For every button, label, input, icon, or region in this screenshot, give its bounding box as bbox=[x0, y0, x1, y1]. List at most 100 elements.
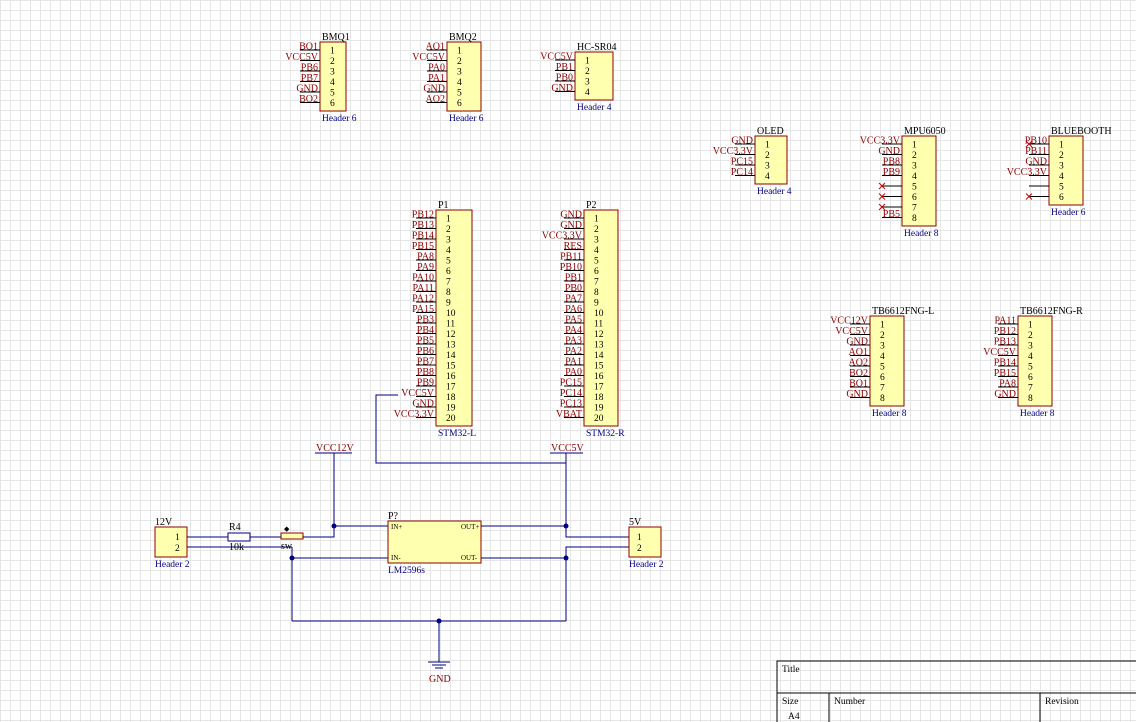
p1-pin-label: PB12 bbox=[412, 210, 434, 221]
p1-pin-label: PB9 bbox=[417, 378, 434, 389]
mpu6050-designator: MPU6050 bbox=[904, 126, 946, 137]
switch-marker: ◆ bbox=[284, 525, 290, 533]
bmq2-pin-number: 3 bbox=[457, 68, 462, 78]
bmq1-pin-number: 2 bbox=[330, 57, 335, 67]
bluetooth-pin-number: 2 bbox=[1059, 151, 1064, 161]
p1-pin-number: 6 bbox=[446, 267, 451, 277]
oled-body bbox=[754, 135, 788, 185]
tbl-pin-label: BO1 bbox=[849, 379, 868, 390]
connector-5v-designator: 5V bbox=[629, 517, 642, 528]
bmq2-pin-label: AO1 bbox=[426, 42, 445, 53]
mpu6050-pin-label: PB9 bbox=[883, 167, 900, 178]
bluetooth-pin-number: 6 bbox=[1059, 193, 1064, 203]
tbl-pin-label: VCC5V bbox=[835, 326, 869, 337]
tbr-body bbox=[1017, 315, 1053, 407]
tbr-pin-label: PB12 bbox=[994, 326, 1016, 337]
tbr-comment: Header 8 bbox=[1020, 409, 1055, 419]
p2-pin-label: VCC3.3V bbox=[542, 231, 583, 242]
p1-pin-number: 4 bbox=[446, 246, 451, 256]
connector-12v-pin1-number: 1 bbox=[175, 533, 180, 543]
bmq2-designator: BMQ2 bbox=[449, 32, 477, 43]
p2-pin-label: PC14 bbox=[560, 388, 582, 399]
tbl-pin-number: 1 bbox=[880, 321, 885, 331]
bmq1-pin-number: 3 bbox=[330, 68, 335, 78]
oled-pin-number: 2 bbox=[765, 151, 770, 161]
connector-5v-body bbox=[628, 526, 662, 558]
hcsr04-designator: HC-SR04 bbox=[577, 42, 616, 53]
tbr-designator: TB6612FNG-R bbox=[1020, 306, 1083, 317]
tbr-pin-label: PA11 bbox=[995, 316, 1017, 327]
title-block-frame bbox=[776, 660, 1136, 722]
vcc12v-net-label: VCC12V bbox=[316, 443, 355, 454]
tbr-pin-label: VCC5V bbox=[983, 347, 1017, 358]
regulator-out-minus-label: OUT- bbox=[461, 554, 478, 562]
component-layer: BMQ1Header 61BO12VCC5V3PB64PB75GND6BO2BM… bbox=[285, 32, 1111, 439]
mpu6050-pin-label: VCC3.3V bbox=[860, 136, 901, 147]
bmq1-pin-label: BO1 bbox=[299, 42, 318, 53]
bluetooth-pin-number: 1 bbox=[1059, 141, 1064, 151]
bluetooth-pin-label: PB11 bbox=[1025, 146, 1047, 157]
p2-designator: P2 bbox=[586, 200, 597, 211]
gnd-net-label: GND bbox=[429, 674, 451, 685]
p2-pin-number: 1 bbox=[594, 215, 599, 225]
bmq1-component: BMQ1 Header 6 1 BO1 2 VCC5V 3 PB6 4 PB7 5 GND 6 BO2 bbox=[285, 32, 357, 124]
bmq2-pin-label: GND bbox=[423, 84, 445, 95]
connector-5v-pin1-number: 1 bbox=[637, 533, 642, 543]
bluetooth-component: BLUEBOOTHHeader 61PB102PB113GND4VCC3.3V5… bbox=[1007, 126, 1112, 218]
tbl-pin-label: GND bbox=[846, 337, 868, 348]
connector-12v-comment: Header 2 bbox=[155, 560, 190, 570]
oled-component: OLED Header 4 1 GND 2 VCC3.3V 3 PC15 4 PC14 bbox=[713, 126, 792, 197]
mpu6050-pin-number: 4 bbox=[912, 172, 917, 182]
tbl-comment: Header 8 bbox=[872, 409, 907, 419]
p2-pin-number: 11 bbox=[594, 320, 603, 330]
bmq2-body bbox=[446, 41, 482, 112]
bmq2-pin-label: PA0 bbox=[428, 63, 445, 74]
bmq2-pin-label: PA1 bbox=[428, 73, 445, 84]
p2-pin-label: VBAT bbox=[556, 409, 582, 420]
title-block-size-value: A4 bbox=[788, 712, 800, 722]
regulator-designator: P? bbox=[388, 511, 399, 522]
tbr-pin-number: 3 bbox=[1028, 342, 1033, 352]
p1-pin-label: PB14 bbox=[412, 231, 434, 242]
p2-pin-number: 2 bbox=[594, 225, 599, 235]
oled-comment: Header 4 bbox=[757, 187, 792, 197]
p1-pin-label: PA15 bbox=[412, 304, 434, 315]
p1-pin-label: VCC5V bbox=[401, 388, 435, 399]
bluetooth-pin-number: 5 bbox=[1059, 183, 1064, 193]
mpu6050-pin-number: 5 bbox=[912, 183, 917, 193]
p2-pin-label: PA7 bbox=[565, 294, 582, 305]
resistor-r4-designator: R4 bbox=[229, 522, 241, 533]
p2-pin-number: 9 bbox=[594, 299, 599, 309]
tbl-pin-number: 8 bbox=[880, 394, 885, 404]
hcsr04-pin-label: PB1 bbox=[556, 62, 573, 73]
tbl-pin-label: AO1 bbox=[849, 347, 868, 358]
p2-pin-number: 16 bbox=[594, 372, 604, 382]
tbr-pin-label: GND bbox=[994, 389, 1016, 400]
connector-5v-pin2-number: 2 bbox=[637, 544, 642, 554]
p2-pin-number: 14 bbox=[594, 351, 604, 361]
switch-body bbox=[280, 532, 304, 540]
p2-pin-number: 18 bbox=[594, 393, 604, 403]
mpu6050-body bbox=[901, 135, 937, 227]
bluetooth-comment: Header 6 bbox=[1051, 208, 1086, 218]
p1-pin-label: PA11 bbox=[413, 283, 435, 294]
connector-12v-pin2-number: 2 bbox=[175, 544, 180, 554]
p2-pin-label: PC15 bbox=[560, 378, 582, 389]
regulator-comment: LM2596s bbox=[388, 566, 425, 576]
bmq2-comment: Header 6 bbox=[449, 114, 484, 124]
mpu6050-pin-label: GND bbox=[878, 146, 900, 157]
bmq1-pin-label: PB6 bbox=[301, 63, 318, 74]
bmq2-pin-number: 6 bbox=[457, 99, 462, 109]
p1-pin-number: 5 bbox=[446, 257, 451, 267]
p1-component: P1 STM32-L 1 PB12 2 PB13 3 PB14 4 PB15 5 PA8 6 PA9 7 PA… bbox=[394, 200, 476, 439]
regulator-in-plus-label: IN+ bbox=[391, 523, 402, 531]
mpu6050-pin-number: 8 bbox=[912, 214, 917, 224]
oled-pin-label: GND bbox=[731, 136, 753, 147]
mpu6050-pin-number: 6 bbox=[912, 193, 917, 203]
switch-label: sw bbox=[281, 541, 293, 552]
tbr-pin-label: PB14 bbox=[994, 358, 1016, 369]
p2-pin-number: 8 bbox=[594, 288, 599, 298]
p2-pin-label: GND bbox=[560, 210, 582, 221]
p1-pin-label: PA10 bbox=[412, 273, 434, 284]
p1-pin-number: 2 bbox=[446, 225, 451, 235]
